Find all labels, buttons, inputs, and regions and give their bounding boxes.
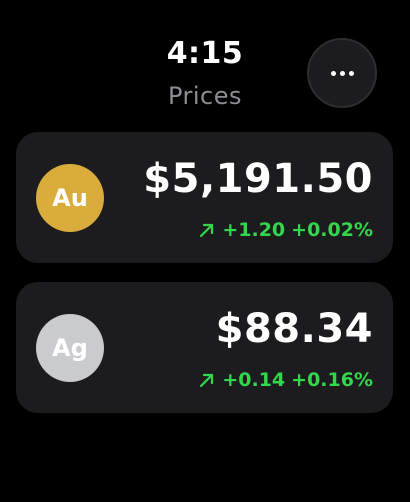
silver-change-amount: +0.14 xyxy=(222,369,286,391)
silver-price: $88.34 xyxy=(215,306,373,352)
silver-symbol-badge: Ag xyxy=(36,314,104,382)
gold-change-percent: +0.02% xyxy=(291,219,373,241)
silver-change-percent: +0.16% xyxy=(291,369,373,391)
gold-symbol-badge: Au xyxy=(36,164,104,232)
metal-card-silver[interactable]: Ag $88.34 +0.14 +0.16% xyxy=(16,282,393,413)
gold-change-amount: +1.20 xyxy=(222,219,286,241)
arrow-up-right-icon xyxy=(200,373,214,388)
more-options-button[interactable] xyxy=(307,38,377,108)
prices-screen: 4:15 Prices Au $5,191.50 +1.20 +0.02% Ag… xyxy=(0,0,410,502)
gold-price: $5,191.50 xyxy=(143,156,373,202)
gold-change: +1.20 +0.02% xyxy=(198,219,373,241)
arrow-up-right-icon xyxy=(200,223,214,238)
silver-change: +0.14 +0.16% xyxy=(198,369,373,391)
ellipsis-icon xyxy=(330,70,354,76)
metal-card-gold[interactable]: Au $5,191.50 +1.20 +0.02% xyxy=(16,132,393,263)
